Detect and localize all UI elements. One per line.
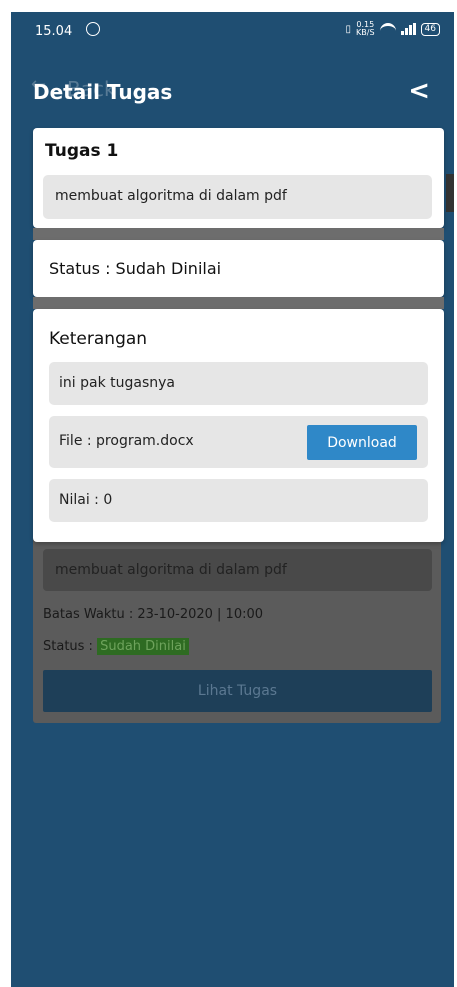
score-text: Nilai : 0	[59, 492, 113, 508]
vibrate-icon: ▯	[345, 23, 352, 35]
whatsapp-icon	[86, 22, 100, 36]
background-status: Status : Sudah Dinilai	[43, 638, 189, 655]
background-description: membuat algoritma di dalam pdf	[43, 549, 432, 591]
background-task-card: membuat algoritma di dalam pdf Batas Wak…	[33, 537, 441, 723]
network-speed: 0.15 KB/S	[356, 21, 375, 37]
card-divider	[33, 297, 444, 309]
wifi-icon	[379, 23, 396, 35]
network-speed-unit: KB/S	[356, 28, 375, 37]
background-edge	[446, 174, 454, 212]
phone-screen: 15.04 ▯ 0.15 KB/S 46 ← Back Detail Tugas…	[11, 12, 454, 987]
score-field: Nilai : 0	[49, 479, 428, 522]
info-title: Keterangan	[49, 329, 148, 349]
status-bar: 15.04 ▯ 0.15 KB/S 46	[11, 12, 454, 52]
battery-icon: 46	[420, 22, 440, 36]
task-description-field: membuat algoritma di dalam pdf	[43, 175, 432, 219]
file-name: File : program.docx	[59, 433, 194, 449]
background-deadline: Batas Waktu : 23-10-2020 | 10:00	[43, 607, 264, 622]
file-field: File : program.docx Download	[49, 416, 428, 468]
view-task-button: Lihat Tugas	[43, 670, 432, 712]
chevron-left-icon[interactable]: <	[408, 76, 430, 106]
task-card: Tugas 1 membuat algoritma di dalam pdf	[33, 128, 444, 228]
background-status-label: Status :	[43, 639, 93, 654]
download-button[interactable]: Download	[307, 425, 417, 460]
task-title: Tugas 1	[45, 141, 119, 161]
app-header: ← Back Detail Tugas <	[11, 72, 454, 118]
status-badge: Sudah Dinilai	[97, 638, 189, 655]
status-card: Status : Sudah Dinilai	[33, 240, 444, 297]
note-text: ini pak tugasnya	[59, 375, 175, 391]
note-field: ini pak tugasnya	[49, 362, 428, 405]
status-right: ▯ 0.15 KB/S 46	[346, 21, 440, 37]
page-title: Detail Tugas	[33, 80, 173, 104]
info-card: Keterangan ini pak tugasnya File : progr…	[33, 309, 444, 542]
task-description: membuat algoritma di dalam pdf	[55, 188, 287, 204]
card-divider	[33, 228, 444, 240]
status-time: 15.04	[35, 24, 73, 39]
status-text: Status : Sudah Dinilai	[49, 259, 222, 278]
signal-icon	[400, 23, 416, 35]
